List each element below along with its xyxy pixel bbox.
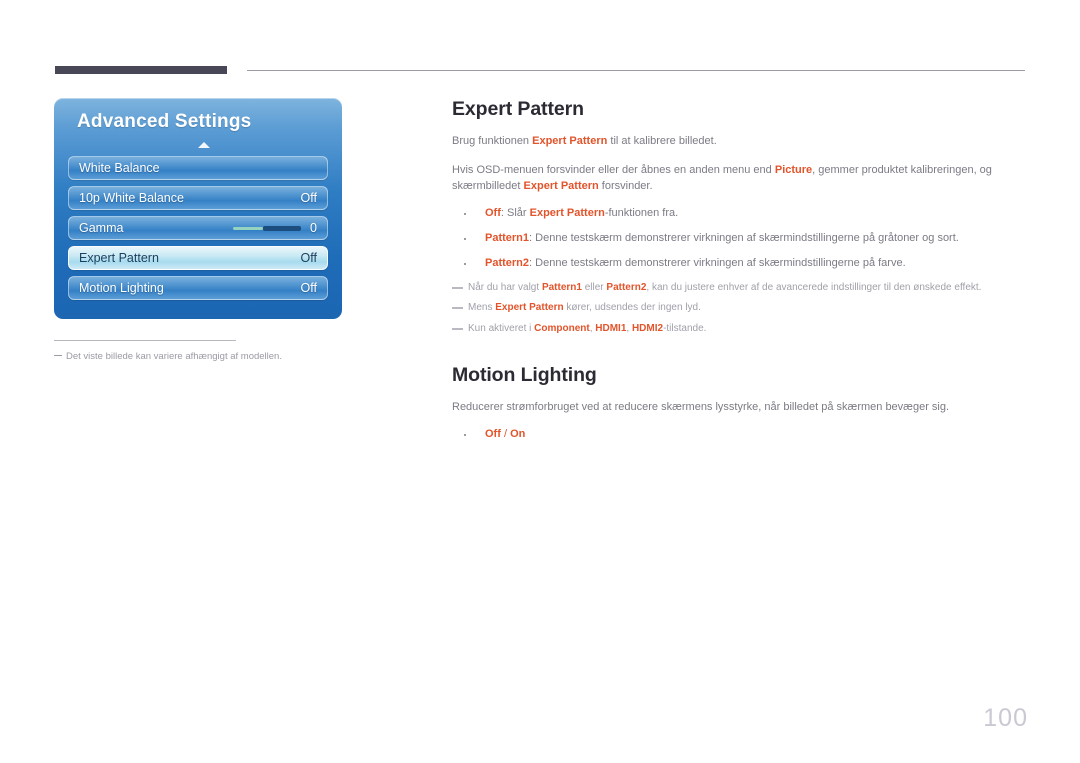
caption-text: Det viste billede kan variere afhængigt … <box>54 351 354 363</box>
text-fragment: Når du har valgt <box>468 281 542 293</box>
text-fragment: kører, udsendes der ingen lyd. <box>563 302 701 314</box>
highlight-term: Expert Pattern <box>523 179 599 192</box>
highlight-term: Picture <box>774 163 813 176</box>
option-name-off: Off <box>485 428 501 441</box>
osd-item-value: Off <box>300 281 317 295</box>
text-fragment: , kan du justere enhver af de avancerede… <box>646 281 982 293</box>
text-fragment: Brug funktionen <box>452 135 533 147</box>
text-fragment: -funktionen fra. <box>604 206 679 219</box>
header-rule-thin <box>247 70 1025 71</box>
list-item: Pattern1: Denne testskærm demonstrerer v… <box>452 231 1030 247</box>
osd-item-gamma[interactable]: Gamma 0 <box>68 216 328 240</box>
gamma-slider-fill-left <box>233 226 264 230</box>
osd-item-expert-pattern[interactable]: Expert Pattern Off <box>68 246 328 270</box>
gamma-slider-fill-right <box>263 225 302 231</box>
text-fragment: Mens <box>468 302 496 314</box>
osd-item-value: Off <box>300 251 317 265</box>
osd-item-label: Expert Pattern <box>79 251 159 265</box>
osd-item-white-balance[interactable]: White Balance <box>68 156 328 180</box>
gamma-slider-track[interactable] <box>233 225 302 231</box>
option-name-on: On <box>510 428 526 441</box>
option-name: Pattern1 <box>485 231 530 244</box>
text-fragment: : Slår <box>500 206 530 219</box>
caption-label: Det viste billede kan variere afhængigt … <box>66 351 282 362</box>
text-fragment: Hvis OSD-menuen forsvinder eller der åbn… <box>452 163 775 176</box>
page-title-expert-pattern: Expert Pattern <box>452 98 584 120</box>
osd-item-motion-lighting[interactable]: Motion Lighting Off <box>68 276 328 300</box>
page-header-rule <box>55 66 1025 74</box>
highlight-term: Component <box>534 322 590 334</box>
text-fragment: forsvinder. <box>598 179 653 192</box>
text-fragment: : Denne testskærm demonstrerer virkninge… <box>529 256 906 269</box>
highlight-term: Pattern1 <box>541 281 582 293</box>
list-item: Off: Slår Expert Pattern-funktionen fra. <box>452 206 1030 222</box>
motion-lighting-options-list: Off / On <box>452 427 1030 443</box>
option-name: Pattern2 <box>485 256 530 269</box>
osd-panel-title: Advanced Settings <box>77 111 252 132</box>
expert-pattern-paragraph-2: Hvis OSD-menuen forsvinder eller der åbn… <box>452 163 1030 195</box>
osd-item-label: White Balance <box>79 161 160 175</box>
text-fragment: til at kalibrere billedet. <box>607 135 717 147</box>
osd-menu-list: White Balance 10p White Balance Off Gamm… <box>68 156 328 306</box>
motion-lighting-paragraph: Reducerer strømforbruget ved at reducere… <box>452 401 950 414</box>
list-item: Pattern2: Denne testskærm demonstrerer v… <box>452 256 1030 272</box>
content-column: Expert Pattern Brug funktionen Expert Pa… <box>452 98 1030 452</box>
highlight-term: Pattern2 <box>606 281 647 293</box>
gamma-slider[interactable]: 0 <box>233 221 317 235</box>
note-line-2: Mens Expert Pattern kører, udsendes der … <box>452 301 1030 316</box>
osd-advanced-settings-panel: Advanced Settings White Balance 10p Whit… <box>54 98 342 319</box>
page-title-motion-lighting: Motion Lighting <box>452 364 597 387</box>
figure-caption: Det viste billede kan variere afhængigt … <box>54 340 354 363</box>
osd-item-10p-white-balance[interactable]: 10p White Balance Off <box>68 186 328 210</box>
caption-divider <box>54 340 236 341</box>
osd-item-value: Off <box>300 191 317 205</box>
osd-item-label: 10p White Balance <box>79 191 184 205</box>
highlight-term: HDMI2 <box>631 322 664 334</box>
caption-dash-icon <box>54 354 62 356</box>
highlight-term: HDMI1 <box>595 322 627 334</box>
osd-item-value: 0 <box>310 221 317 235</box>
text-fragment: : Denne testskærm demonstrerer virkninge… <box>529 231 959 244</box>
page-number: 100 <box>983 704 1028 732</box>
expert-pattern-options-list: Off: Slår Expert Pattern-funktionen fra.… <box>452 206 1030 272</box>
text-fragment: -tilstande. <box>663 322 707 334</box>
list-item: Off / On <box>452 427 1030 443</box>
note-line-1: Når du har valgt Pattern1 eller Pattern2… <box>452 281 1030 296</box>
highlight-term: Expert Pattern <box>529 206 605 219</box>
highlight-term: Expert Pattern <box>532 135 608 147</box>
triangle-up-icon[interactable] <box>198 142 210 148</box>
highlight-term: Expert Pattern <box>495 302 564 314</box>
text-fragment: eller <box>581 281 607 293</box>
osd-item-label: Motion Lighting <box>79 281 164 295</box>
option-name: Off <box>485 206 501 219</box>
expert-pattern-paragraph-1: Brug funktionen Expert Pattern til at ka… <box>452 134 1030 150</box>
text-fragment: / <box>500 428 511 441</box>
text-fragment: Kun aktiveret i <box>468 322 535 334</box>
osd-item-label: Gamma <box>79 221 124 235</box>
header-rule-thick <box>55 66 227 74</box>
note-line-3: Kun aktiveret i Component, HDMI1, HDMI2-… <box>452 322 1030 337</box>
